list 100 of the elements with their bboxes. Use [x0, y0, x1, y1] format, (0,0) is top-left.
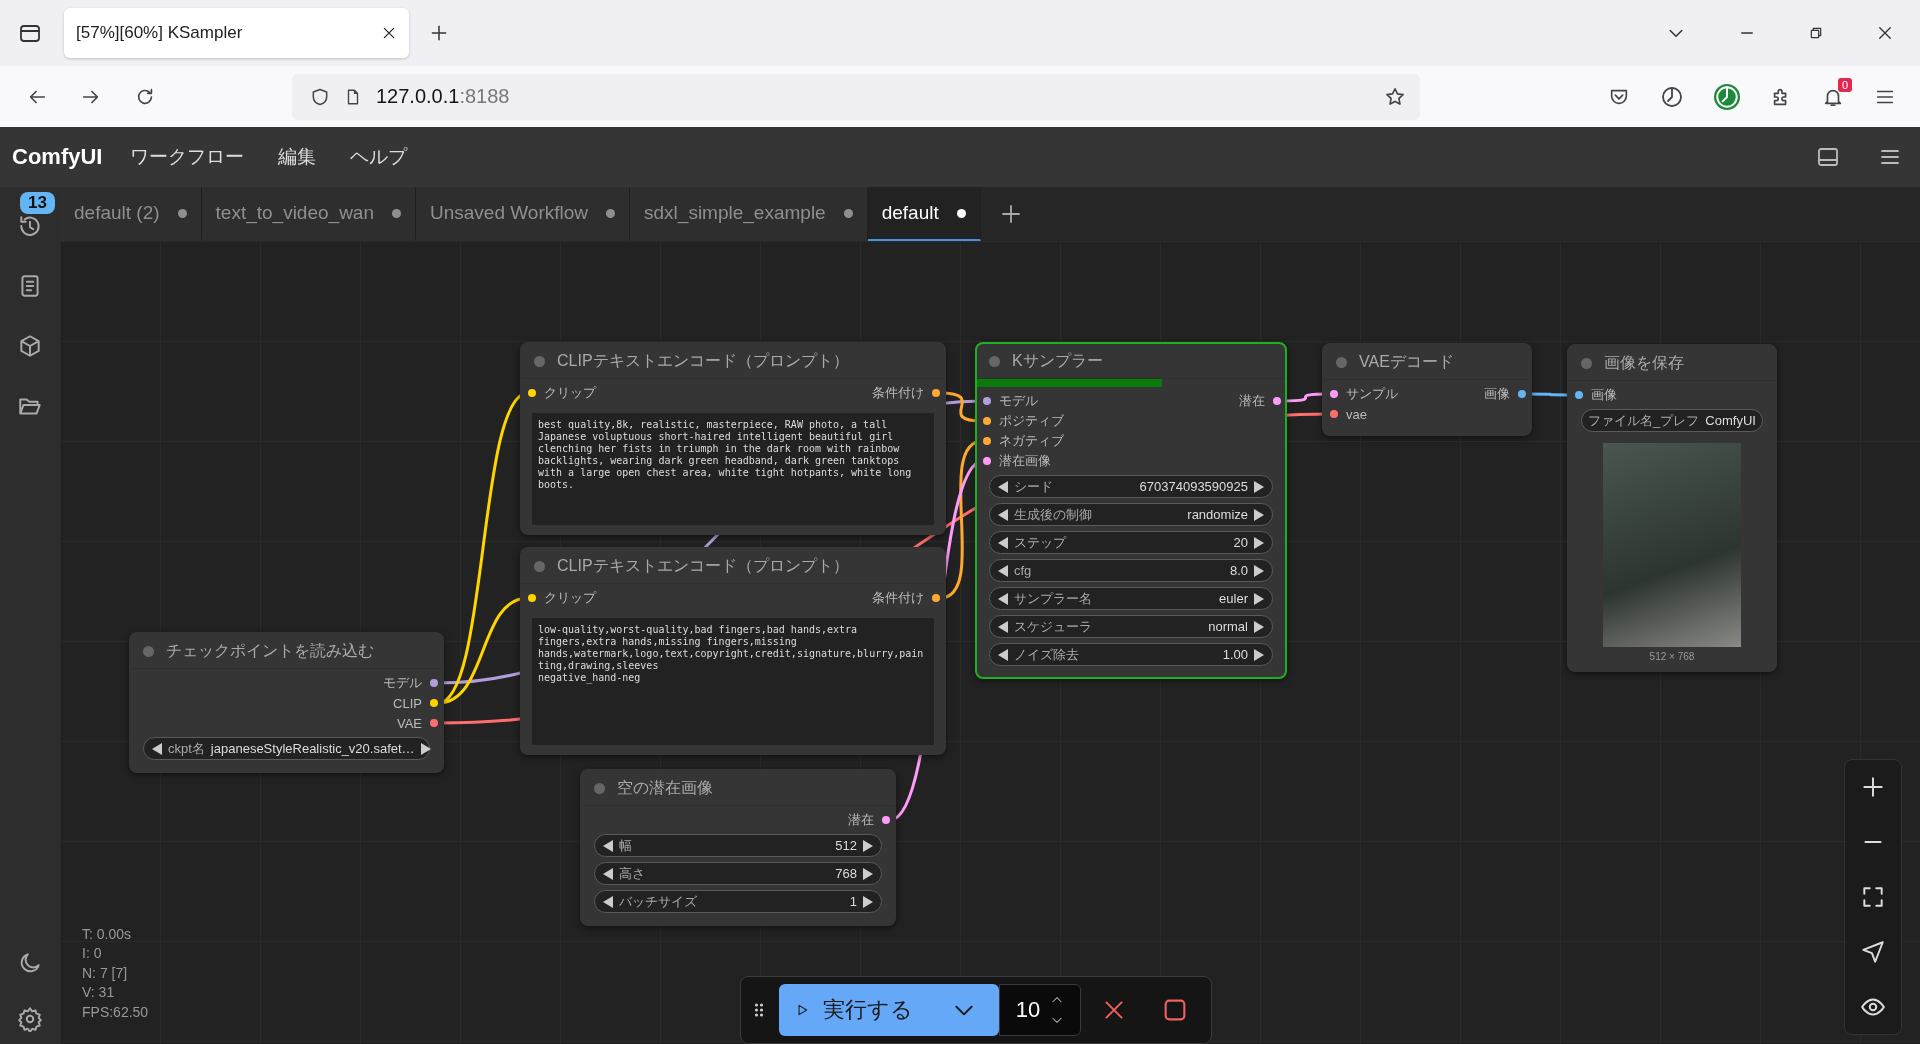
text-widget[interactable]: ファイル名_プレフ ComfyUI — [1581, 409, 1763, 432]
menu-item[interactable]: 編集 — [278, 144, 317, 170]
combo-widget[interactable]: ckpt名 japaneseStyleRealistic_v20.safet… — [143, 737, 430, 760]
port-label: モデル — [999, 392, 1038, 410]
navigation-arrow-icon[interactable] — [1860, 938, 1886, 965]
image-size-caption: 512 × 768 — [1648, 651, 1696, 662]
collapse-dot-icon[interactable] — [1581, 357, 1592, 369]
batch-count-field[interactable]: 10 — [999, 984, 1081, 1036]
new-tab-icon[interactable] — [429, 23, 449, 43]
browser-tab[interactable]: [57%][60%] KSampler — [64, 8, 409, 58]
workflow-tab[interactable]: sdxl_simple_example — [630, 187, 868, 241]
right-arrow-icon[interactable] — [420, 742, 431, 755]
left-arrow-icon[interactable] — [998, 620, 1008, 633]
collapse-dot-icon[interactable] — [534, 560, 545, 572]
left-arrow-icon[interactable] — [603, 895, 613, 908]
node-title: 画像を保存 — [1604, 352, 1684, 373]
input-port[interactable] — [528, 389, 536, 397]
combo-widget[interactable]: サンプラー名 euler — [989, 587, 1273, 610]
history-icon[interactable] — [17, 213, 43, 239]
collapse-dot-icon[interactable] — [594, 782, 605, 794]
combo-widget[interactable]: 生成後の制御 randomize — [989, 503, 1273, 526]
extension-icon[interactable] — [1714, 83, 1740, 110]
input-port[interactable] — [983, 397, 991, 405]
right-arrow-icon[interactable] — [1254, 480, 1264, 493]
port-label: クリップ — [544, 589, 596, 607]
output-port[interactable] — [1273, 397, 1281, 405]
right-arrow-icon[interactable] — [863, 867, 873, 880]
workflow-tab[interactable]: Unsaved Workflow — [416, 187, 631, 241]
input-port[interactable] — [528, 594, 536, 602]
menu-item[interactable]: ヘルプ — [350, 144, 408, 170]
app-logo: ComfyUI — [12, 144, 103, 170]
port-label: CLIP — [393, 695, 422, 711]
collapse-dot-icon[interactable] — [989, 355, 1000, 367]
right-arrow-icon[interactable] — [863, 895, 873, 908]
input-port[interactable] — [983, 417, 991, 425]
prompt-textarea[interactable]: best quality,8k, realistic, masterpiece, RAW photo, a tall Japanese voluptuous short-haired intelligent beautiful girl clenching her fists in triumph in the dark room with rainbow backlights, wearing dark green headband, dark green tanktops with a large open chest area, white tight hotpants, white long boots. — [532, 413, 934, 525]
notification-badge: 0 — [1837, 77, 1852, 92]
input-port[interactable] — [983, 437, 991, 445]
right-arrow-icon[interactable] — [1254, 648, 1264, 661]
port-label: 画像 — [1484, 385, 1510, 403]
port-label: VAE — [396, 715, 422, 731]
collapse-dot-icon[interactable] — [1336, 356, 1347, 368]
number-widget[interactable]: 幅 512 — [594, 834, 882, 857]
left-arrow-icon[interactable] — [998, 564, 1008, 577]
run-button[interactable]: 実行する — [779, 984, 929, 1036]
left-arrow-icon[interactable] — [998, 508, 1008, 521]
left-arrow-icon[interactable] — [603, 839, 613, 852]
bookmark-star-icon[interactable] — [1384, 85, 1406, 108]
input-port[interactable] — [1330, 390, 1338, 398]
port-label: 画像 — [1591, 386, 1617, 404]
output-port[interactable] — [932, 594, 940, 602]
settings-icon[interactable] — [17, 1006, 43, 1032]
menu-item[interactable]: ワークフロー — [130, 144, 245, 170]
close-icon[interactable] — [1876, 24, 1894, 42]
left-arrow-icon[interactable] — [998, 648, 1008, 661]
collapse-dot-icon[interactable] — [143, 645, 154, 657]
right-arrow-icon[interactable] — [1254, 592, 1264, 605]
right-arrow-icon[interactable] — [1254, 536, 1264, 549]
fit-view-icon[interactable] — [1860, 884, 1886, 910]
stats-text: V: 31 — [82, 983, 116, 1002]
right-arrow-icon[interactable] — [1254, 508, 1264, 521]
output-port[interactable] — [932, 389, 940, 397]
queue-count-badge: 13 — [20, 192, 55, 214]
number-widget[interactable]: シード 670374093590925 — [989, 475, 1273, 498]
input-port[interactable] — [1575, 391, 1583, 399]
right-arrow-icon[interactable] — [1254, 620, 1264, 633]
collapse-dot-icon[interactable] — [534, 355, 545, 367]
workflow-tab[interactable]: text_to_video_wan — [201, 187, 416, 241]
right-arrow-icon[interactable] — [1254, 564, 1264, 577]
output-port[interactable] — [1518, 390, 1526, 398]
left-arrow-icon[interactable] — [603, 867, 613, 880]
workflow-tab[interactable]: default — [867, 187, 981, 241]
number-widget[interactable]: 高さ 768 — [594, 862, 882, 885]
output-port[interactable] — [430, 679, 438, 687]
number-widget[interactable]: バッチサイズ 1 — [594, 890, 882, 913]
output-port[interactable] — [430, 719, 438, 727]
input-port[interactable] — [983, 457, 991, 465]
left-arrow-icon[interactable] — [998, 592, 1008, 605]
address-field[interactable]: 127.0.0.1:8188 — [292, 73, 1420, 120]
number-widget[interactable]: ステップ 20 — [989, 531, 1273, 554]
left-arrow-icon[interactable] — [152, 742, 162, 755]
workflow-tab[interactable]: default (2) — [60, 187, 202, 241]
close-icon[interactable] — [381, 25, 397, 41]
output-port[interactable] — [882, 816, 890, 824]
panel-toggle-icon[interactable] — [1816, 145, 1840, 169]
output-port[interactable] — [430, 699, 438, 707]
number-widget[interactable]: cfg 8.0 — [989, 559, 1273, 582]
prompt-textarea[interactable]: low-quality,worst-quality,bad fingers,bad hands,extra fingers,extra hands,missing fingers,missing hands,watermark,logo,text,copyright,credit,signature,blurry,painting,drawing,sleeves negative_hand-neg — [532, 618, 934, 745]
node-title: VAEデコード — [1359, 351, 1454, 372]
number-widget[interactable]: ノイズ除去 1.00 — [989, 643, 1273, 666]
left-arrow-icon[interactable] — [998, 480, 1008, 493]
node-title: 空の潜在画像 — [617, 777, 713, 798]
restore-icon[interactable] — [1808, 25, 1824, 41]
combo-widget[interactable]: スケジューラ normal — [989, 615, 1273, 638]
timer-icon[interactable] — [1660, 84, 1684, 109]
right-arrow-icon[interactable] — [863, 839, 873, 852]
cube-icon[interactable] — [17, 333, 43, 359]
stats-text: FPS:62.50 — [82, 1002, 149, 1022]
input-port[interactable] — [1330, 410, 1338, 418]
left-arrow-icon[interactable] — [998, 536, 1008, 549]
